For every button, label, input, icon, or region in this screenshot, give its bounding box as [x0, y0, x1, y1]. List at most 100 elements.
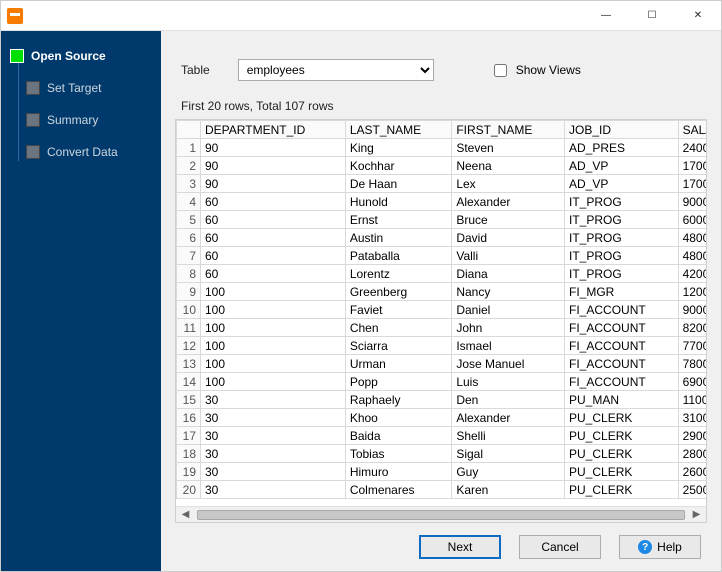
- cell[interactable]: FI_ACCOUNT: [565, 355, 679, 373]
- cell[interactable]: 100: [201, 319, 346, 337]
- cell[interactable]: 100: [201, 283, 346, 301]
- wizard-step-summary[interactable]: Summary: [27, 109, 161, 131]
- scroll-left-icon[interactable]: ◀: [178, 509, 193, 520]
- cell[interactable]: Sigal: [452, 445, 565, 463]
- cell[interactable]: Baida: [345, 427, 452, 445]
- cell[interactable]: AD_VP: [565, 175, 679, 193]
- table-row[interactable]: 1630KhooAlexanderPU_CLERK3100AKHOO: [177, 409, 707, 427]
- show-views-input[interactable]: [494, 64, 507, 77]
- table-row[interactable]: 560ErnstBruceIT_PROG6000BERNST: [177, 211, 707, 229]
- scroll-thumb[interactable]: [197, 510, 685, 520]
- cell[interactable]: Urman: [345, 355, 452, 373]
- cell[interactable]: 30: [201, 445, 346, 463]
- grid-scroll-area[interactable]: DEPARTMENT_IDLAST_NAMEFIRST_NAMEJOB_IDSA…: [176, 120, 706, 506]
- cell[interactable]: Valli: [452, 247, 565, 265]
- table-row[interactable]: 1530RaphaelyDenPU_MAN11000DRAPHEAL: [177, 391, 707, 409]
- cell[interactable]: 9000: [678, 193, 706, 211]
- cell[interactable]: Diana: [452, 265, 565, 283]
- cell[interactable]: Luis: [452, 373, 565, 391]
- table-row[interactable]: 9100GreenbergNancyFI_MGR12000NGREENBE: [177, 283, 707, 301]
- cell[interactable]: 2900: [678, 427, 706, 445]
- cell[interactable]: 11000: [678, 391, 706, 409]
- cell[interactable]: Alexander: [452, 193, 565, 211]
- table-row[interactable]: 10100FavietDanielFI_ACCOUNT9000DFAVIET: [177, 301, 707, 319]
- next-button[interactable]: Next: [419, 535, 501, 559]
- cell[interactable]: 60: [201, 193, 346, 211]
- table-row[interactable]: 390De HaanLexAD_VP17000LDEHAAN: [177, 175, 707, 193]
- cell[interactable]: Daniel: [452, 301, 565, 319]
- cell[interactable]: Chen: [345, 319, 452, 337]
- cell[interactable]: AD_VP: [565, 157, 679, 175]
- cell[interactable]: Khoo: [345, 409, 452, 427]
- wizard-step-set-target[interactable]: Set Target: [27, 77, 161, 99]
- help-button[interactable]: ? Help: [619, 535, 701, 559]
- cell[interactable]: 100: [201, 355, 346, 373]
- cell[interactable]: Greenberg: [345, 283, 452, 301]
- table-row[interactable]: 1930HimuroGuyPU_CLERK2600GHIMURO: [177, 463, 707, 481]
- cell[interactable]: Shelli: [452, 427, 565, 445]
- cell[interactable]: 90: [201, 139, 346, 157]
- cell[interactable]: Tobias: [345, 445, 452, 463]
- cell[interactable]: IT_PROG: [565, 247, 679, 265]
- cell[interactable]: Colmenares: [345, 481, 452, 499]
- cell[interactable]: 100: [201, 337, 346, 355]
- cell[interactable]: 3100: [678, 409, 706, 427]
- cell[interactable]: 30: [201, 463, 346, 481]
- cell[interactable]: Lorentz: [345, 265, 452, 283]
- cell[interactable]: Faviet: [345, 301, 452, 319]
- cell[interactable]: 100: [201, 301, 346, 319]
- cell[interactable]: John: [452, 319, 565, 337]
- cell[interactable]: Sciarra: [345, 337, 452, 355]
- cell[interactable]: PU_MAN: [565, 391, 679, 409]
- cell[interactable]: 100: [201, 373, 346, 391]
- cell[interactable]: Ernst: [345, 211, 452, 229]
- cell[interactable]: 4200: [678, 265, 706, 283]
- show-views-checkbox[interactable]: Show Views: [490, 61, 581, 80]
- table-combo[interactable]: employees: [238, 59, 434, 81]
- table-row[interactable]: 13100UrmanJose ManuelFI_ACCOUNT7800JMURM…: [177, 355, 707, 373]
- cell[interactable]: 2600: [678, 463, 706, 481]
- table-row[interactable]: 12100SciarraIsmaelFI_ACCOUNT7700ISCIARRA: [177, 337, 707, 355]
- cell[interactable]: AD_PRES: [565, 139, 679, 157]
- cell[interactable]: Den: [452, 391, 565, 409]
- cell[interactable]: PU_CLERK: [565, 445, 679, 463]
- column-header[interactable]: SALARY: [678, 121, 706, 139]
- cell[interactable]: 12000: [678, 283, 706, 301]
- wizard-step-convert-data[interactable]: Convert Data: [27, 141, 161, 163]
- cell[interactable]: IT_PROG: [565, 265, 679, 283]
- cell[interactable]: Ismael: [452, 337, 565, 355]
- cell[interactable]: 30: [201, 409, 346, 427]
- cell[interactable]: 2800: [678, 445, 706, 463]
- column-header[interactable]: FIRST_NAME: [452, 121, 565, 139]
- cell[interactable]: PU_CLERK: [565, 463, 679, 481]
- cancel-button[interactable]: Cancel: [519, 535, 601, 559]
- cell[interactable]: 60: [201, 229, 346, 247]
- table-row[interactable]: 11100ChenJohnFI_ACCOUNT8200JCHEN: [177, 319, 707, 337]
- cell[interactable]: 6000: [678, 211, 706, 229]
- cell[interactable]: FI_ACCOUNT: [565, 301, 679, 319]
- cell[interactable]: 6900: [678, 373, 706, 391]
- cell[interactable]: IT_PROG: [565, 229, 679, 247]
- table-row[interactable]: 2030ColmenaresKarenPU_CLERK2500KCOLMENA: [177, 481, 707, 499]
- cell[interactable]: Guy: [452, 463, 565, 481]
- table-row[interactable]: 860LorentzDianaIT_PROG4200DLORENTZ: [177, 265, 707, 283]
- cell[interactable]: Kochhar: [345, 157, 452, 175]
- table-row[interactable]: 1830TobiasSigalPU_CLERK2800STOBIAS: [177, 445, 707, 463]
- cell[interactable]: Jose Manuel: [452, 355, 565, 373]
- cell[interactable]: Pataballa: [345, 247, 452, 265]
- table-row[interactable]: 1730BaidaShelliPU_CLERK2900SBAIDA: [177, 427, 707, 445]
- wizard-step-open-source[interactable]: Open Source: [11, 45, 161, 67]
- cell[interactable]: De Haan: [345, 175, 452, 193]
- horizontal-scrollbar[interactable]: ◀ ▶: [176, 506, 706, 522]
- column-header[interactable]: JOB_ID: [565, 121, 679, 139]
- table-row[interactable]: 460HunoldAlexanderIT_PROG9000AHUNOLD: [177, 193, 707, 211]
- cell[interactable]: Lex: [452, 175, 565, 193]
- cell[interactable]: Neena: [452, 157, 565, 175]
- cell[interactable]: FI_ACCOUNT: [565, 337, 679, 355]
- cell[interactable]: 2500: [678, 481, 706, 499]
- cell[interactable]: 7700: [678, 337, 706, 355]
- cell[interactable]: 30: [201, 391, 346, 409]
- cell[interactable]: PU_CLERK: [565, 409, 679, 427]
- cell[interactable]: Steven: [452, 139, 565, 157]
- table-row[interactable]: 290KochharNeenaAD_VP17000NKOCHHAR: [177, 157, 707, 175]
